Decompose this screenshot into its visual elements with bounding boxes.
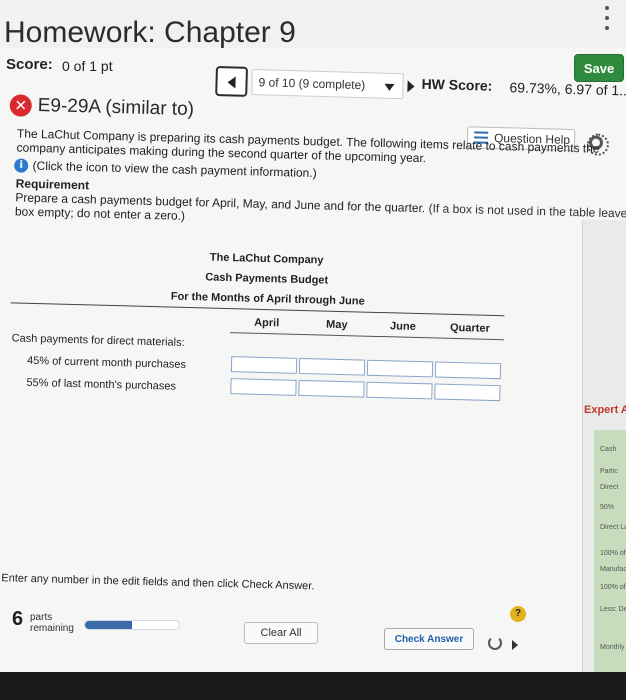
expert-label[interactable]: Expert A xyxy=(584,404,626,416)
forward-icon[interactable] xyxy=(512,640,518,650)
check-answer-button[interactable]: Check Answer xyxy=(384,628,474,650)
side-panel-snippet: Less: Depre xyxy=(600,606,626,613)
side-panel-snippet: 50% xyxy=(600,504,615,511)
side-panel-snippet: Direct Lab xyxy=(600,524,626,531)
parts-count: 6 xyxy=(12,608,24,630)
help-icon[interactable]: ? xyxy=(510,606,526,622)
side-panel-snippet: Cash xyxy=(600,446,617,453)
bottom-bezel xyxy=(0,672,626,700)
refresh-icon[interactable] xyxy=(488,636,502,650)
progress-fill xyxy=(85,621,132,629)
side-panel-snippet: 100% of xyxy=(600,584,626,591)
footer-area: 6 parts remaining Clear All Check Answer… xyxy=(0,0,626,672)
clear-all-button[interactable]: Clear All xyxy=(244,622,318,644)
side-panel-snippet: 100% of xyxy=(600,550,626,557)
parts-progress-bar xyxy=(84,620,180,630)
side-panel-snippet: Direct xyxy=(600,484,619,491)
side-panel-snippet: Manufactu xyxy=(600,566,626,573)
parts-label: parts remaining xyxy=(30,612,74,634)
homework-screen: Homework: Chapter 9 Score: 0 of 1 pt Sav… xyxy=(0,0,626,672)
side-panel-snippet: Monthly Opera xyxy=(600,644,626,651)
side-panel-snippet: Partic xyxy=(600,468,618,475)
